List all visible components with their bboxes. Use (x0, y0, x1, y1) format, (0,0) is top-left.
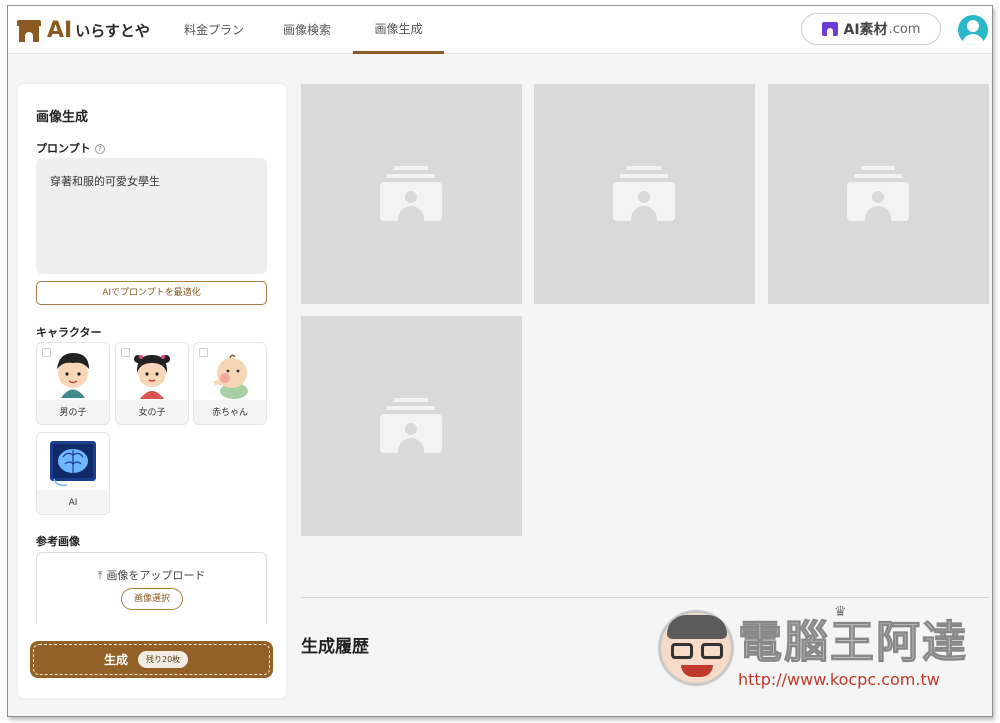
upload-label: 画像をアップロード (106, 569, 206, 582)
image-placeholder[interactable] (301, 84, 522, 304)
tab-pricing[interactable]: 料金プラン (180, 6, 248, 54)
character-checkbox[interactable] (121, 348, 130, 357)
top-header: AI いらすとや 料金プラン 画像検索 画像生成 AI素材 .com (8, 6, 992, 54)
generate-button[interactable]: 生成 残り20枚 (30, 641, 273, 678)
character-name: 男の子 (59, 408, 87, 418)
logo-text: いらすとや (75, 22, 150, 40)
logo-ai-text: AI (47, 18, 73, 43)
ai-sozai-logo-icon (821, 22, 838, 36)
image-placeholder-icon (380, 166, 442, 221)
upload-prompt: ⤒ 画像をアップロード (37, 567, 266, 583)
tab-image-search[interactable]: 画像検索 (276, 6, 338, 54)
ai-brain-icon (37, 433, 109, 490)
character-card-girl[interactable]: 女の子 (115, 342, 189, 425)
image-placeholder[interactable] (768, 84, 989, 304)
character-name: 女の子 (138, 408, 166, 418)
character-card-baby[interactable]: 赤ちゃん (193, 342, 267, 425)
user-avatar-icon[interactable] (958, 15, 988, 45)
reference-image-label: 参考画像 (36, 535, 80, 548)
generate-label: 生成 (104, 653, 129, 667)
image-placeholder-icon (613, 166, 675, 221)
ai-sozai-domain: .com (888, 21, 921, 37)
watermark-url: http://www.kocpc.com.tw (738, 670, 940, 689)
watermark-mascot-icon (658, 610, 734, 686)
site-logo[interactable]: AI いらすとや (17, 18, 150, 43)
prompt-label: プロンプト? (36, 140, 105, 156)
image-placeholder[interactable] (534, 84, 755, 304)
image-placeholder-icon (380, 398, 442, 453)
watermark: ♛ 電腦王阿達 http://www.kocpc.com.tw (658, 604, 978, 692)
panel-title: 画像生成 (36, 110, 89, 125)
character-card-ai[interactable]: AI (36, 432, 110, 515)
prompt-input[interactable]: 穿著和服的可愛女學生 (36, 158, 267, 274)
prompt-label-text: プロンプト (36, 142, 91, 155)
character-checkbox[interactable] (42, 348, 51, 357)
character-label: キャラクター (36, 326, 102, 339)
character-name: 赤ちゃん (211, 408, 248, 418)
help-icon[interactable]: ? (94, 144, 105, 154)
generation-panel: 画像生成 プロンプト? 穿著和服的可愛女學生 AIでプロンプトを最適化 キャラク… (18, 84, 286, 698)
optimize-prompt-button[interactable]: AIでプロンプトを最適化 (36, 281, 267, 305)
tab-image-generation[interactable]: 画像生成 (353, 6, 444, 54)
character-checkbox[interactable] (199, 348, 208, 357)
ai-sozai-link[interactable]: AI素材 .com (801, 13, 941, 45)
select-image-button[interactable]: 画像選択 (121, 588, 183, 610)
upload-icon: ⤒ (97, 569, 103, 582)
character-name: AI (68, 498, 78, 508)
history-title: 生成履歴 (301, 637, 369, 657)
app-window: AI いらすとや 料金プラン 画像検索 画像生成 AI素材 .com 画像生成 … (7, 5, 993, 717)
image-placeholder-icon (847, 166, 909, 221)
character-card-boy[interactable]: 男の子 (36, 342, 110, 425)
ai-sozai-name: AI素材 (843, 22, 888, 38)
section-divider (301, 597, 989, 598)
reference-upload-area[interactable]: ⤒ 画像をアップロード 画像選択 (36, 552, 267, 624)
image-placeholder[interactable] (301, 316, 522, 536)
logo-house-icon (17, 19, 41, 42)
remaining-count-badge: 残り20枚 (138, 651, 189, 668)
watermark-title: 電腦王阿達 (738, 617, 968, 668)
